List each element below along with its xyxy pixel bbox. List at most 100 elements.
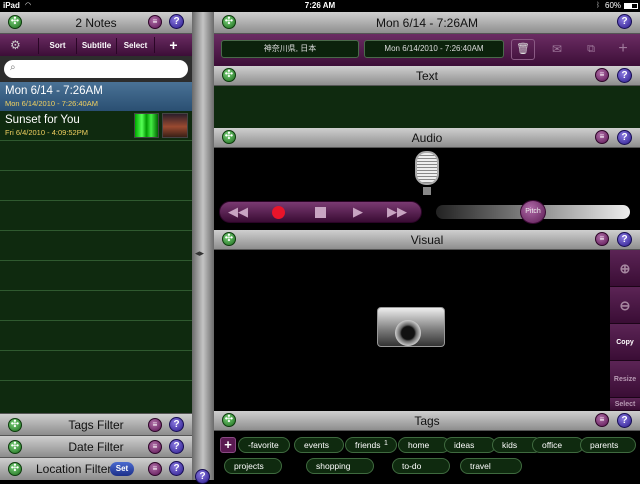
tag-events[interactable]: events [294, 437, 344, 453]
row-divider [0, 170, 192, 171]
list-icon[interactable]: ≡ [595, 232, 609, 246]
notes-list: Mon 6/14 - 7:26AM Mon 6/14/2010 - 7:26:4… [0, 82, 192, 413]
stop-icon[interactable] [315, 207, 326, 218]
play-icon[interactable]: ▶ [353, 204, 363, 220]
list-icon[interactable]: ≡ [148, 462, 162, 476]
notes-toolbar: ⚙ Sort Subtitle Select + [0, 34, 192, 56]
tag-to-do[interactable]: to-do [392, 458, 450, 474]
visual-section-header: ✣ Visual ≡ ? [214, 230, 640, 250]
row-divider [0, 380, 192, 381]
pitch-slider[interactable]: Pitch [436, 200, 630, 224]
tags-section-header: ✣ Tags ≡ ? [214, 411, 640, 431]
set-button[interactable]: Set [110, 462, 134, 476]
split-divider[interactable]: ◂▸ ? [192, 12, 214, 484]
record-icon[interactable] [272, 206, 285, 219]
battery-icon [624, 3, 638, 9]
help-icon[interactable]: ? [617, 413, 632, 428]
text-section-title: Text [415, 69, 438, 83]
move-icon[interactable]: ✣ [8, 462, 22, 476]
help-icon[interactable]: ? [617, 130, 632, 145]
microphone-icon [415, 151, 439, 185]
resize-button[interactable]: Resize [610, 361, 640, 398]
rewind-icon[interactable]: ◀◀ [228, 204, 248, 220]
visual-canvas[interactable] [214, 250, 610, 411]
date-filter-bar[interactable]: ✣ Date Filter ≡ ? [0, 435, 192, 457]
tag-parents[interactable]: parents [580, 437, 636, 453]
note-item-selected[interactable]: Mon 6/14 - 7:26AM Mon 6/14/2010 - 7:26:4… [0, 82, 192, 111]
tag-friends[interactable]: friends [345, 437, 397, 453]
zoom-in-button[interactable]: ⊕ [610, 250, 640, 287]
tags-area: + -favorite events friends 1 home ideas … [214, 431, 640, 480]
zoom-out-icon: ⊖ [619, 298, 631, 313]
notes-count-title: 2 Notes [75, 16, 117, 30]
subtitle-button[interactable]: Subtitle [76, 38, 116, 54]
zoom-out-button[interactable]: ⊖ [610, 287, 640, 324]
tags-section-title: Tags [414, 414, 440, 428]
help-icon[interactable]: ? [195, 469, 210, 484]
text-section-header: ✣ Text ≡ ? [214, 66, 640, 86]
tag-count-badge: 1 [384, 440, 388, 447]
duplicate-icon[interactable]: ⧉ [578, 39, 604, 60]
detail-title: Mon 6/14 - 7:26AM [375, 16, 479, 30]
tags-filter-label: Tags Filter [68, 418, 124, 432]
audio-section-header: ✣ Audio ≡ ? [214, 128, 640, 148]
search-input[interactable]: ⌕ [4, 60, 188, 78]
add-icon[interactable]: + [610, 37, 636, 61]
help-icon[interactable]: ? [169, 417, 184, 432]
audio-section-title: Audio [411, 131, 443, 145]
tags-filter-bar[interactable]: ✣ Tags Filter ≡ ? [0, 413, 192, 435]
add-tag-button[interactable]: + [220, 437, 236, 453]
copy-button[interactable]: Copy [610, 324, 640, 361]
pitch-knob[interactable]: Pitch [520, 200, 546, 224]
help-icon[interactable]: ? [617, 68, 632, 83]
select-button[interactable]: Select [610, 398, 640, 411]
list-icon[interactable]: ≡ [148, 440, 162, 454]
tag-home[interactable]: home [398, 437, 450, 453]
help-icon[interactable]: ? [169, 439, 184, 454]
tag-travel[interactable]: travel [460, 458, 522, 474]
list-icon[interactable]: ≡ [595, 130, 609, 144]
note-item[interactable]: Sunset for You Fri 6/4/2010 - 4:09:52PM [0, 111, 192, 140]
list-icon[interactable]: ≡ [148, 15, 162, 29]
help-icon[interactable]: ? [169, 461, 184, 476]
list-icon[interactable]: ≡ [595, 68, 609, 82]
microphone-stand-icon [423, 187, 431, 195]
notes-header: ✣ 2 Notes ≡ ? [0, 12, 192, 34]
tag-shopping[interactable]: shopping [306, 458, 374, 474]
help-icon[interactable]: ? [169, 14, 184, 29]
select-button[interactable]: Select [116, 38, 154, 54]
zoom-in-icon: ⊕ [619, 261, 631, 276]
text-content-area[interactable] [214, 86, 640, 128]
trash-icon[interactable]: 🗑 [511, 39, 535, 60]
list-icon[interactable]: ≡ [148, 418, 162, 432]
row-divider [0, 140, 192, 141]
audio-thumbnail-icon [134, 113, 159, 138]
row-divider [0, 260, 192, 261]
row-divider [0, 200, 192, 201]
add-note-button[interactable]: + [154, 37, 192, 53]
mail-icon[interactable]: ✉ [544, 39, 570, 60]
resize-handle-icon[interactable]: ◂▸ [195, 248, 204, 259]
audio-transport: ◀◀ ▶ ▶▶ [219, 201, 422, 223]
detail-toolbar: 神奈川県, 日本 Mon 6/14/2010 - 7:26:40AM 🗑 ✉ ⧉… [214, 34, 640, 66]
audio-area: ◀◀ ▶ ▶▶ Pitch [214, 148, 640, 230]
help-icon[interactable]: ? [617, 232, 632, 247]
sort-button[interactable]: Sort [38, 38, 76, 54]
list-icon[interactable]: ≡ [595, 413, 609, 427]
fast-forward-icon[interactable]: ▶▶ [387, 204, 407, 220]
note-title: Sunset for You [5, 114, 80, 126]
help-icon[interactable]: ? [617, 14, 632, 29]
status-bar: iPad ◠ 7:26 AM ᛒ 60% [0, 0, 640, 12]
row-divider [0, 320, 192, 321]
row-divider [0, 290, 192, 291]
tag-ideas[interactable]: ideas [444, 437, 496, 453]
tag-favorite[interactable]: -favorite [238, 437, 290, 453]
datetime-field[interactable]: Mon 6/14/2010 - 7:26:40AM [364, 40, 504, 58]
location-field[interactable]: 神奈川県, 日本 [221, 40, 359, 58]
location-filter-bar[interactable]: ✣ Location Filter Set ≡ ? [0, 457, 192, 480]
row-divider [0, 350, 192, 351]
tag-office[interactable]: office [532, 437, 584, 453]
tag-projects[interactable]: projects [224, 458, 282, 474]
visual-section-title: Visual [410, 233, 444, 247]
gear-icon[interactable]: ⚙ [10, 38, 21, 52]
